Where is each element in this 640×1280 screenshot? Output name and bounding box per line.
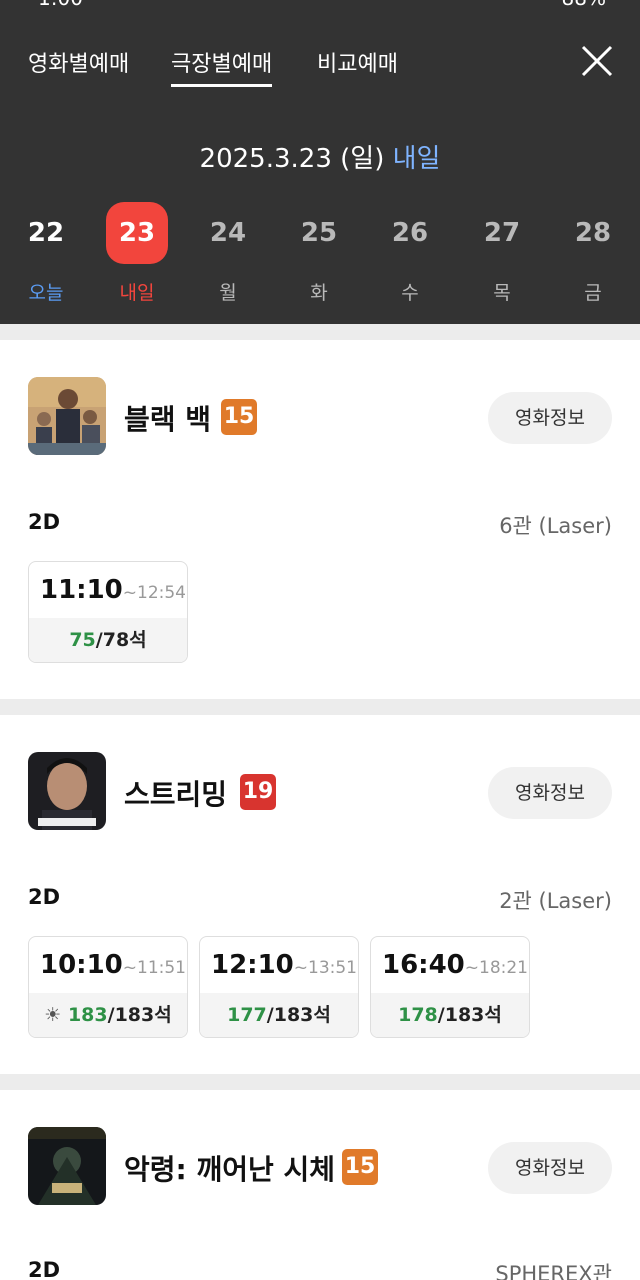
movie-info-button[interactable]: 영화정보	[488, 1142, 612, 1194]
status-time: 1:00	[38, 0, 83, 10]
day-number: 27	[483, 218, 521, 248]
screen-format: 2D	[28, 1258, 61, 1280]
screen-format: 2D	[28, 885, 61, 909]
day-26[interactable]: 26 수	[378, 202, 442, 305]
day-23[interactable]: 23 내일	[105, 202, 169, 305]
showtime-button[interactable]: 10:10~11:51 ☀ 183/183석	[28, 936, 188, 1038]
end-time: ~11:51	[122, 958, 187, 978]
day-number: 25	[300, 218, 338, 248]
showtime-button[interactable]: 11:10~12:54 75/78석	[28, 561, 188, 663]
day-label: 화	[310, 282, 328, 304]
available-seats: 183	[67, 1004, 108, 1026]
day-number: 26	[391, 218, 429, 248]
date-tag: 내일	[392, 144, 441, 174]
total-seats: /183석	[107, 1004, 172, 1026]
available-seats: 75	[69, 629, 96, 651]
day-28[interactable]: 28 금	[561, 202, 625, 305]
date-selector: 22 오늘 23 내일 24 월 25 화 26 수 27 목 28 금	[0, 202, 640, 312]
day-22[interactable]: 22 오늘	[14, 202, 78, 305]
tab-compare[interactable]: 비교예매	[317, 46, 398, 78]
screen-format: 2D	[28, 510, 61, 534]
movie-info-button[interactable]: 영화정보	[488, 392, 612, 444]
start-time: 16:40	[382, 950, 465, 980]
day-24[interactable]: 24 월	[196, 202, 260, 305]
day-number: 24	[209, 218, 247, 248]
start-time: 12:10	[211, 950, 294, 980]
movie-poster[interactable]	[28, 752, 106, 830]
total-seats: /183석	[266, 1004, 331, 1026]
age-rating-badge: 15	[342, 1149, 378, 1185]
seat-count: ☀ 183/183석	[29, 993, 187, 1037]
day-27[interactable]: 27 목	[470, 202, 534, 305]
close-icon[interactable]	[580, 44, 614, 78]
movie-card: 블랙 백 15 영화정보 2D 6관 (Laser) 11:10~12:54 7…	[0, 340, 640, 699]
day-number: 22	[27, 218, 65, 248]
battery-level: 88%	[562, 0, 606, 10]
start-time: 10:10	[40, 950, 123, 980]
morning-sun-icon: ☀	[44, 1004, 62, 1026]
status-bar: 1:00 88%	[0, 0, 640, 10]
date-text: 2025.3.23 (일)	[199, 144, 385, 174]
available-seats: 178	[398, 1004, 438, 1026]
day-number: 28	[574, 218, 612, 248]
day-number: 23	[106, 202, 168, 264]
seat-count: 177/183석	[200, 993, 358, 1037]
showtime-button[interactable]: 12:10~13:51 177/183석	[199, 936, 359, 1038]
total-seats: /78석	[95, 629, 147, 651]
day-label: 목	[493, 282, 511, 304]
available-seats: 177	[227, 1004, 267, 1026]
tab-by-theater[interactable]: 극장별예매	[171, 46, 273, 87]
age-rating-badge: 15	[221, 399, 257, 435]
day-label: 수	[401, 282, 419, 304]
movie-title: 블랙 백	[124, 403, 212, 436]
tab-by-movie[interactable]: 영화별예매	[28, 46, 129, 78]
day-label: 내일	[119, 282, 155, 304]
end-time: ~18:21	[464, 958, 529, 978]
selected-date: 2025.3.23 (일) 내일	[0, 138, 640, 175]
total-seats: /183석	[437, 1004, 502, 1026]
header: 1:00 88% 영화별예매 극장별예매 비교예매 2025.3.23 (일) …	[0, 0, 640, 324]
day-label: 금	[584, 282, 602, 304]
day-25[interactable]: 25 화	[287, 202, 351, 305]
movie-title: 스트리밍	[124, 778, 228, 811]
movie-card: 스트리밍 19 영화정보 2D 2관 (Laser) 10:10~11:51 ☀…	[0, 715, 640, 1074]
seat-count: 178/183석	[371, 993, 529, 1037]
age-rating-badge: 19	[240, 774, 276, 810]
hall-name: SPHEREX관	[495, 1262, 612, 1280]
end-time: ~12:54	[122, 583, 187, 603]
day-label: 오늘	[28, 282, 64, 304]
hall-name: 6관 (Laser)	[499, 514, 612, 538]
booking-tabs: 영화별예매 극장별예매 비교예매	[0, 40, 640, 90]
movie-poster[interactable]	[28, 377, 106, 455]
seat-count: 75/78석	[29, 618, 187, 662]
end-time: ~13:51	[293, 958, 358, 978]
movie-info-button[interactable]: 영화정보	[488, 767, 612, 819]
movie-poster[interactable]	[28, 1127, 106, 1205]
showtime-button[interactable]: 16:40~18:21 178/183석	[370, 936, 530, 1038]
start-time: 11:10	[40, 575, 123, 605]
movie-card: 악령: 깨어난 시체 15 영화정보 2D SPHEREX관	[0, 1090, 640, 1280]
movie-title: 악령: 깨어난 시체	[124, 1153, 336, 1186]
hall-name: 2관 (Laser)	[499, 889, 612, 913]
day-label: 월	[219, 282, 237, 304]
